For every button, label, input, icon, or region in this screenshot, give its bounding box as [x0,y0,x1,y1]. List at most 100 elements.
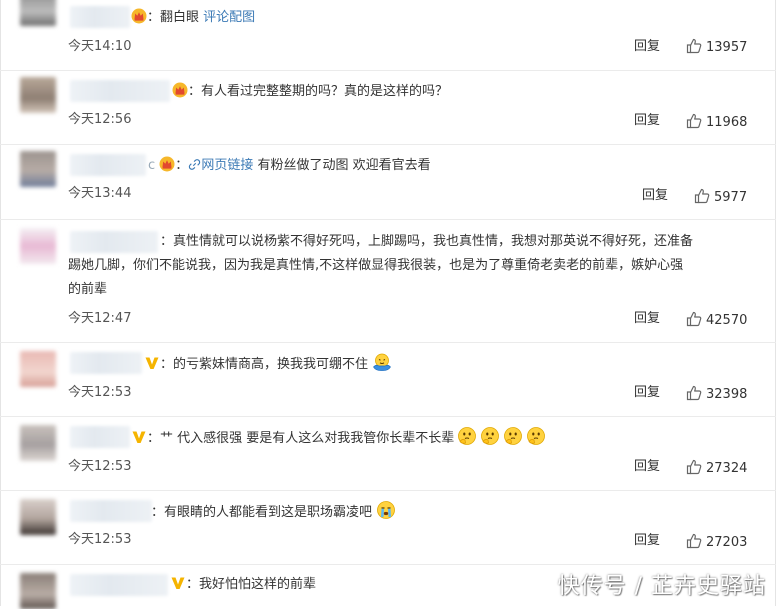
comment-content: ：真性情就可以说杨紫不得好死吗，上脚踢吗，我也真性情，我想对那英说不得好死，还准… [160,230,756,254]
like-count: 42570 [706,313,748,328]
thinking-emoji [480,426,500,446]
comment-text-line: 踢她几脚，你们不能说我，因为我是真性情,不这样做显得我很装，也是为了尊重倚老卖老… [68,258,684,273]
comment-item: ：翻白眼 评论配图 今天14:10 回复 13957 [0,0,776,70]
comment-content: c ： 网页链接 有粉丝做了动图 欢迎看官去看 [148,154,431,178]
comment-text-prefix: 艹 [160,431,174,446]
comment-content: ：的亏紫妹情商高，换我我可绷不住 [144,352,392,377]
like-count: 11968 [706,115,748,130]
comment-text-line: 真性情就可以说杨紫不得好死吗，上脚踢吗，我也真性情，我想对那英说不得好死，还准备 [173,234,694,249]
colon: ： [147,10,161,25]
colon: ： [147,431,161,446]
colon: ： [151,505,165,520]
crown-icon [172,82,188,98]
avatar[interactable] [20,151,56,187]
comment-item: ：有人看过完整整期的吗？真的是这样的吗？ 今天12:56 回复 11968 [0,71,776,144]
avatar[interactable] [20,351,56,387]
comment-text: 有眼睛的人都能看到这是职场霸凌吧 [164,505,373,520]
like-count: 27203 [706,535,748,550]
username[interactable] [70,231,158,253]
thumbs-up-icon [694,188,710,204]
reply-button[interactable]: 回复 [634,310,660,328]
comment-text: 我好怕怕这样的前辈 [199,577,317,592]
username[interactable] [70,500,152,522]
avatar[interactable] [20,573,56,609]
timestamp: 今天12:56 [68,112,132,127]
comment-content: ：有人看过完整整期的吗？真的是这样的吗？ [172,80,448,104]
username[interactable] [70,574,168,596]
reply-button[interactable]: 回复 [634,532,660,550]
link-icon [188,158,201,171]
v-badge-icon [131,429,147,445]
reply-button[interactable]: 回复 [634,458,660,476]
thumbs-up-icon [686,113,702,129]
like-button[interactable]: 5977 [694,188,747,207]
like-button[interactable]: 32398 [686,385,747,404]
like-button[interactable]: 11968 [686,113,747,132]
colon: ： [160,357,174,372]
comment-content-continued: 踢她几脚，你们不能说我，因为我是真性情,不这样做显得我很装，也是为了尊重倚老卖老… [68,254,758,302]
colon: ： [186,577,200,592]
reply-button[interactable]: 回复 [642,187,668,205]
timestamp: 今天12:53 [68,459,132,474]
crown-icon [159,156,175,172]
comment-text: 翻白眼 [160,10,200,25]
thumbs-up-icon [686,533,702,549]
like-button[interactable]: 13957 [686,38,747,57]
watermark: 快传号 / 芷卉史驿站 [557,574,766,599]
comment-text: 的亏紫妹情商高，换我我可绷不住 [173,357,369,372]
username[interactable] [70,154,146,176]
colon: ： [188,84,202,99]
thinking-emoji [503,426,523,446]
crown-icon [131,8,147,24]
like-button[interactable]: 42570 [686,311,747,330]
colon: ： [175,158,189,173]
avatar[interactable] [20,499,56,535]
thinking-emoji [457,426,477,446]
colon: ： [160,234,174,249]
comment-text: 代入感很强 要是有人这么对我我管你长辈不长辈 [177,431,455,446]
thumbs-up-icon [686,311,702,327]
comment-text-line: 的前辈 [68,282,108,297]
image-link[interactable]: 评论配图 [203,10,255,25]
reply-button[interactable]: 回复 [634,112,660,130]
avatar[interactable] [20,228,56,264]
like-button[interactable]: 27203 [686,533,747,552]
hug-emoji [372,352,392,372]
username[interactable] [70,426,130,448]
like-button[interactable]: 27324 [686,459,747,478]
v-badge-icon [144,355,160,371]
username-tail[interactable]: c [148,158,155,173]
crying-emoji [376,500,396,520]
timestamp: 今天14:10 [68,39,132,54]
avatar[interactable] [20,77,56,113]
timestamp: 今天12:53 [68,532,132,547]
like-count: 5977 [714,190,748,205]
thumbs-up-icon [686,38,702,54]
thumbs-up-icon [686,385,702,401]
thumbs-up-icon [686,459,702,475]
comment-text: 有粉丝做了动图 欢迎看官去看 [257,158,431,173]
reply-button[interactable]: 回复 [634,38,660,56]
web-link[interactable]: 网页链接 [201,158,253,173]
username[interactable] [70,352,142,374]
like-count: 13957 [706,40,748,55]
comment-content: ：艹 代入感很强 要是有人这么对我我管你长辈不长辈 [131,426,546,451]
comment-content: ：有眼睛的人都能看到这是职场霸凌吧 [151,500,396,525]
v-badge-icon [170,575,186,591]
comment-content: ：我好怕怕这样的前辈 [170,573,316,597]
username[interactable] [70,80,170,102]
comment-content: ：翻白眼 评论配图 [131,6,255,30]
comment-item: ：有眼睛的人都能看到这是职场霸凌吧 今天12:53 回复 27203 [0,491,776,564]
reply-button[interactable]: 回复 [634,384,660,402]
like-count: 27324 [706,461,748,476]
like-count: 32398 [706,387,748,402]
avatar[interactable] [20,425,56,461]
comment-item: ：真性情就可以说杨紫不得好死吗，上脚踢吗，我也真性情，我想对那英说不得好死，还准… [0,220,776,342]
timestamp: 今天12:53 [68,385,132,400]
username[interactable] [70,6,130,28]
timestamp: 今天12:47 [68,311,132,326]
avatar[interactable] [20,0,56,26]
thinking-emoji [526,426,546,446]
comment-item: c ： 网页链接 有粉丝做了动图 欢迎看官去看 今天13:44 回复 5977 [0,145,776,219]
comment-item: ：的亏紫妹情商高，换我我可绷不住 今天12:53 回复 32398 [0,343,776,416]
